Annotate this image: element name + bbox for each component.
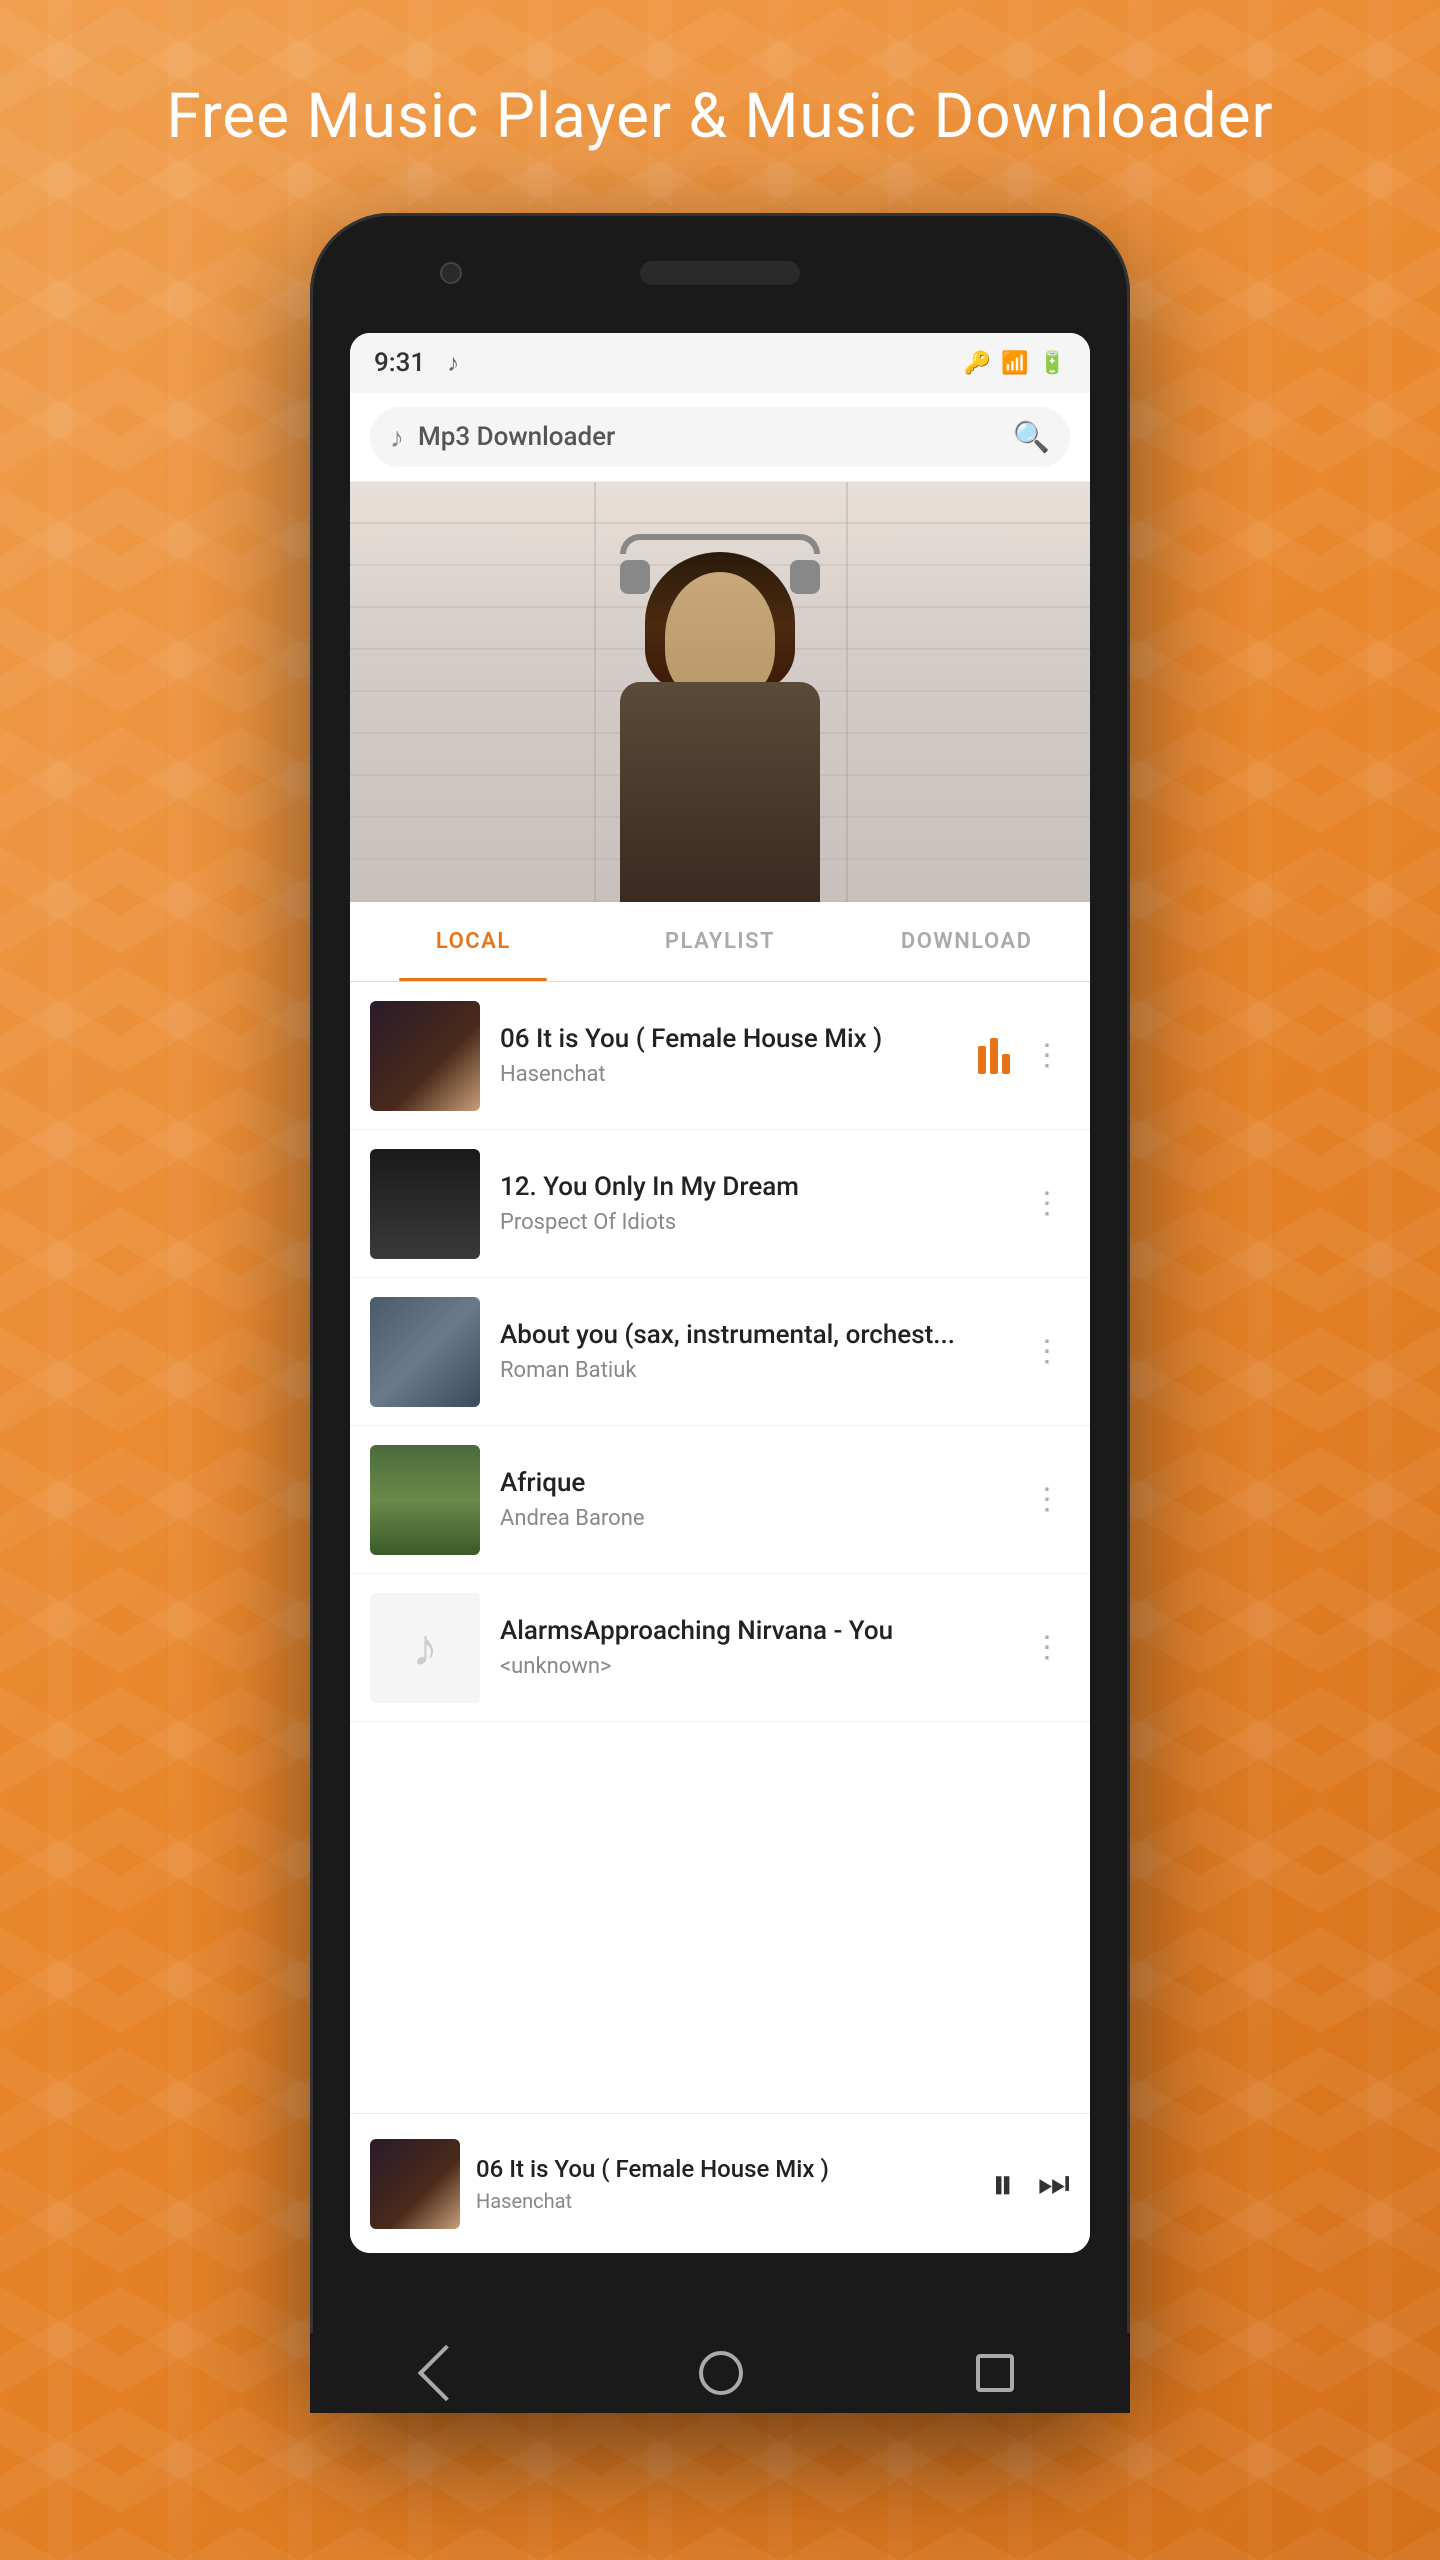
song-thumbnail [370,1445,480,1555]
album-art-3 [370,1297,480,1407]
headphones-band [620,534,820,554]
tab-bar: LOCAL PLAYLIST DOWNLOAD [350,902,1090,982]
eq-bar-3 [1002,1054,1010,1074]
headphones-left-cup [620,560,650,594]
search-bar[interactable]: ♪ Mp3 Downloader 🔍 [370,407,1070,467]
song-info: AlarmsApproaching Nirvana - You <unknown… [500,1616,1004,1679]
song-thumbnail [370,1001,480,1111]
tab-download[interactable]: DOWNLOAD [843,902,1090,981]
song-item[interactable]: About you (sax, instrumental, orchest...… [350,1278,1090,1426]
song-controls: ⋮ [1024,1474,1070,1525]
tab-playlist[interactable]: PLAYLIST [597,902,844,981]
song-item[interactable]: Afrique Andrea Barone ⋮ [350,1426,1090,1574]
now-playing-artist: Hasenchat [476,2189,976,2213]
song-title: AlarmsApproaching Nirvana - You [500,1616,1004,1646]
battery-icon: 🔋 [1039,351,1066,376]
eq-bars-icon [978,1038,1010,1074]
song-thumbnail [370,1149,480,1259]
now-playing-thumbnail [370,2139,460,2229]
song-artist: Prospect Of Idiots [500,1210,1004,1235]
nav-back-button[interactable] [418,2345,475,2402]
next-button[interactable]: ⏭ [1038,2162,1070,2205]
pause-button[interactable]: ⏸ [992,2158,1014,2210]
hero-figure [560,522,880,902]
more-options-button[interactable]: ⋮ [1024,1178,1070,1229]
song-item[interactable]: 12. You Only In My Dream Prospect Of Idi… [350,1130,1090,1278]
hero-background [350,482,1090,902]
phone-screen: 9:31 ♪ 🔑 📶 🔋 ♪ Mp3 Downloader 🔍 [350,333,1090,2253]
status-bar: 9:31 ♪ 🔑 📶 🔋 [350,333,1090,393]
more-options-button[interactable]: ⋮ [1024,1326,1070,1377]
more-options-button[interactable]: ⋮ [1024,1474,1070,1525]
figure-body [620,682,820,902]
page-title: Free Music Player & Music Downloader [167,80,1274,153]
song-thumbnail [370,1297,480,1407]
song-artist: Roman Batiuk [500,1358,1004,1383]
phone-speaker [640,261,800,285]
default-music-icon: ♪ [412,1617,438,1678]
song-title: 12. You Only In My Dream [500,1172,1004,1202]
tab-local[interactable]: LOCAL [350,902,597,981]
song-item[interactable]: ♪ AlarmsApproaching Nirvana - You <unkno… [350,1574,1090,1722]
album-art-1 [370,1001,480,1111]
wifi-icon: 📶 [1001,351,1028,376]
phone-top-bar [310,213,1130,333]
album-art-4 [370,1445,480,1555]
app-name-label: Mp3 Downloader [418,422,999,452]
status-icons: 🔑 📶 🔋 [964,351,1066,376]
now-playing-album-art [370,2139,460,2229]
now-playing-bar[interactable]: 06 It is You ( Female House Mix ) Hasenc… [350,2113,1090,2253]
song-item[interactable]: 06 It is You ( Female House Mix ) Hasenc… [350,982,1090,1130]
song-controls: ⋮ [978,1030,1070,1081]
hero-image [350,482,1090,902]
system-nav-bar [310,2333,1130,2413]
search-button[interactable]: 🔍 [1013,420,1050,455]
song-title: 06 It is You ( Female House Mix ) [500,1024,958,1054]
eq-bar-1 [978,1046,986,1074]
song-info: Afrique Andrea Barone [500,1468,1004,1531]
song-info: 06 It is You ( Female House Mix ) Hasenc… [500,1024,958,1087]
phone-camera [440,262,462,284]
song-info: About you (sax, instrumental, orchest...… [500,1320,1004,1383]
song-title: About you (sax, instrumental, orchest... [500,1320,1004,1350]
more-options-button[interactable]: ⋮ [1024,1622,1070,1673]
song-artist: Hasenchat [500,1062,958,1087]
now-playing-controls: ⏸ ⏭ [992,2158,1070,2210]
now-playing-info: 06 It is You ( Female House Mix ) Hasenc… [476,2155,976,2213]
nav-home-button[interactable] [699,2351,743,2395]
more-options-button[interactable]: ⋮ [1024,1030,1070,1081]
song-thumbnail: ♪ [370,1593,480,1703]
key-icon: 🔑 [964,351,991,376]
now-playing-title: 06 It is You ( Female House Mix ) [476,2155,976,2183]
song-controls: ⋮ [1024,1178,1070,1229]
eq-bar-2 [990,1038,998,1074]
song-controls: ⋮ [1024,1622,1070,1673]
song-artist: <unknown> [500,1654,1004,1679]
song-title: Afrique [500,1468,1004,1498]
song-list: 06 It is You ( Female House Mix ) Hasenc… [350,982,1090,2113]
album-art-2 [370,1149,480,1259]
song-controls: ⋮ [1024,1326,1070,1377]
headphones-right-cup [790,560,820,594]
status-time: 9:31 [374,348,425,378]
search-music-note-icon: ♪ [390,421,404,454]
nav-recent-button[interactable] [976,2354,1014,2392]
song-artist: Andrea Barone [500,1506,1004,1531]
song-info: 12. You Only In My Dream Prospect Of Idi… [500,1172,1004,1235]
phone-device: 9:31 ♪ 🔑 📶 🔋 ♪ Mp3 Downloader 🔍 [310,213,1130,2413]
music-note-status-icon: ♪ [447,349,459,378]
app-header: ♪ Mp3 Downloader 🔍 [350,393,1090,482]
